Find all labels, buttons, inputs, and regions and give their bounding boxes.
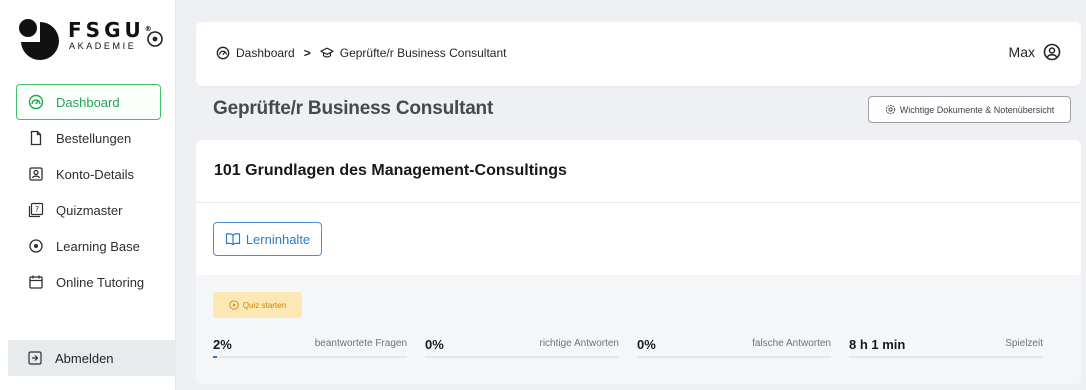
stat-value: 8 h 1 min [849, 337, 906, 352]
sidebar-item-label: Online Tutoring [56, 274, 145, 290]
sidebar-item-dashboard[interactable]: Dashboard [16, 84, 161, 120]
top-bar: Dashboard > Geprüfte/r Business Consulta… [196, 22, 1081, 86]
sidebar-item-label: Quizmaster [56, 202, 123, 218]
progress-track [425, 356, 619, 358]
breadcrumb: Dashboard > Geprüfte/r Business Consulta… [216, 46, 507, 60]
stat-correct-answers: 0% richtige Antworten [425, 337, 619, 359]
sidebar: FSGU® AKADEMIE Dashboard Bestellungen Ko… [0, 0, 176, 390]
sidebar-item-quizmaster[interactable]: ? Quizmaster [16, 192, 161, 228]
user-card-icon [28, 166, 44, 182]
progress-track [637, 356, 831, 358]
sidebar-item-learning-base[interactable]: Learning Base [16, 228, 161, 264]
breadcrumb-current: Geprüfte/r Business Consultant [339, 46, 507, 60]
stat-label: Spielzeit [1005, 338, 1043, 349]
stat-value: 2% [213, 337, 232, 352]
sidebar-item-online-tutoring[interactable]: Online Tutoring [16, 264, 161, 300]
logout-icon [27, 350, 43, 366]
gear-icon [885, 104, 896, 115]
fsgu-logo[interactable]: FSGU® AKADEMIE [16, 18, 166, 62]
breadcrumb-separator: > [303, 46, 311, 60]
divider [196, 202, 1081, 203]
stat-label: richtige Antworten [539, 338, 620, 349]
stat-value: 0% [425, 337, 444, 352]
graduation-cap-icon [320, 46, 334, 60]
start-quiz-button[interactable]: Quiz starten [213, 292, 302, 318]
stat-label: falsche Antworten [752, 338, 831, 349]
stat-playtime: 8 h 1 min Spielzeit [849, 337, 1043, 359]
dashboard-gauge-icon [28, 94, 44, 110]
svg-text:?: ? [35, 205, 39, 214]
dashboard-gauge-icon [216, 46, 230, 60]
sidebar-nav: Dashboard Bestellungen Konto-Details ? Q… [16, 84, 161, 300]
stat-value: 0% [637, 337, 656, 352]
stat-wrong-answers: 0% falsche Antworten [637, 337, 831, 359]
user-avatar-icon [1043, 43, 1061, 61]
start-quiz-label: Quiz starten [242, 300, 287, 310]
open-book-icon [225, 231, 241, 247]
course-card: 101 Grundlagen des Management-Consulting… [196, 140, 1081, 384]
learning-content-label: Lerninhalte [245, 231, 311, 247]
quiz-icon: ? [28, 202, 44, 218]
user-menu[interactable]: Max [1009, 43, 1061, 61]
progress-track [849, 356, 1043, 358]
sidebar-item-bestellungen[interactable]: Bestellungen [16, 120, 161, 156]
target-icon [28, 238, 44, 254]
user-name: Max [1008, 44, 1035, 60]
logo-subtitle: AKADEMIE [69, 41, 137, 51]
sidebar-item-konto-details[interactable]: Konto-Details [16, 156, 161, 192]
documents-button-label: Wichtige Dokumente & Notenübersicht [899, 104, 1055, 115]
document-icon [28, 130, 44, 146]
logout-button[interactable]: Abmelden [8, 340, 176, 376]
fsgu-logo-mark-icon [19, 19, 59, 60]
play-circle-icon [229, 300, 239, 310]
calendar-icon [28, 274, 44, 290]
sidebar-item-label: Konto-Details [56, 166, 135, 182]
breadcrumb-dashboard-link[interactable]: Dashboard [236, 46, 295, 60]
learning-content-button[interactable]: Lerninhalte [213, 222, 322, 256]
course-title: 101 Grundlagen des Management-Consulting… [214, 162, 567, 179]
logout-label: Abmelden [55, 350, 114, 366]
logo-wordmark: FSGU® [68, 18, 152, 42]
progress-fill [213, 356, 217, 358]
stat-label: beantwortete Fragen [314, 338, 407, 349]
page-title: Geprüfte/r Business Consultant [213, 98, 494, 119]
sidebar-toggle-icon[interactable] [146, 30, 164, 48]
progress-track [213, 356, 407, 358]
sidebar-item-label: Bestellungen [56, 130, 132, 146]
documents-and-grades-button[interactable]: Wichtige Dokumente & Notenübersicht [868, 96, 1071, 123]
sidebar-item-label: Learning Base [56, 238, 140, 254]
stat-answered-questions: 2% beantwortete Fragen [213, 337, 407, 359]
sidebar-item-label: Dashboard [56, 94, 120, 110]
quiz-section: Quiz starten 2% beantwortete Fragen 0% r… [196, 275, 1081, 384]
